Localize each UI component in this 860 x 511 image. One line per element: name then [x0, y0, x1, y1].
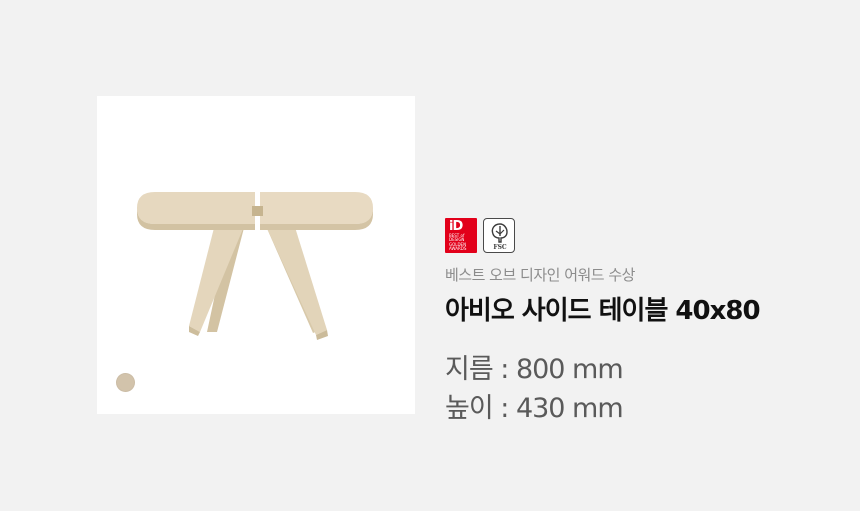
- fsc-label: FSC: [493, 244, 507, 251]
- product-subtitle: 베스트 오브 디자인 어워드 수상: [445, 266, 635, 284]
- design-award-logo-icon: iD BEST of DESIGN GOLDEN AWARDS: [445, 218, 477, 253]
- spec-diameter: 지름 : 800 mm: [445, 354, 624, 385]
- color-swatch[interactable]: [116, 373, 135, 392]
- design-award-text-4: AWARDS: [449, 246, 467, 251]
- spec-height: 높이 : 430 mm: [445, 393, 624, 424]
- table-leg-front-right: [265, 224, 327, 335]
- product-image[interactable]: [97, 96, 415, 414]
- fsc-tree-logo-icon: FSC: [483, 218, 515, 253]
- product-title: 아비오 사이드 테이블 40x80: [445, 296, 761, 326]
- table-top-right: [260, 192, 373, 224]
- product-card: [97, 96, 415, 414]
- award-badges: iD BEST of DESIGN GOLDEN AWARDS FSC: [445, 218, 515, 253]
- table-top-left: [137, 192, 255, 224]
- design-award-mark: iD: [449, 219, 463, 234]
- table-joint: [252, 206, 263, 216]
